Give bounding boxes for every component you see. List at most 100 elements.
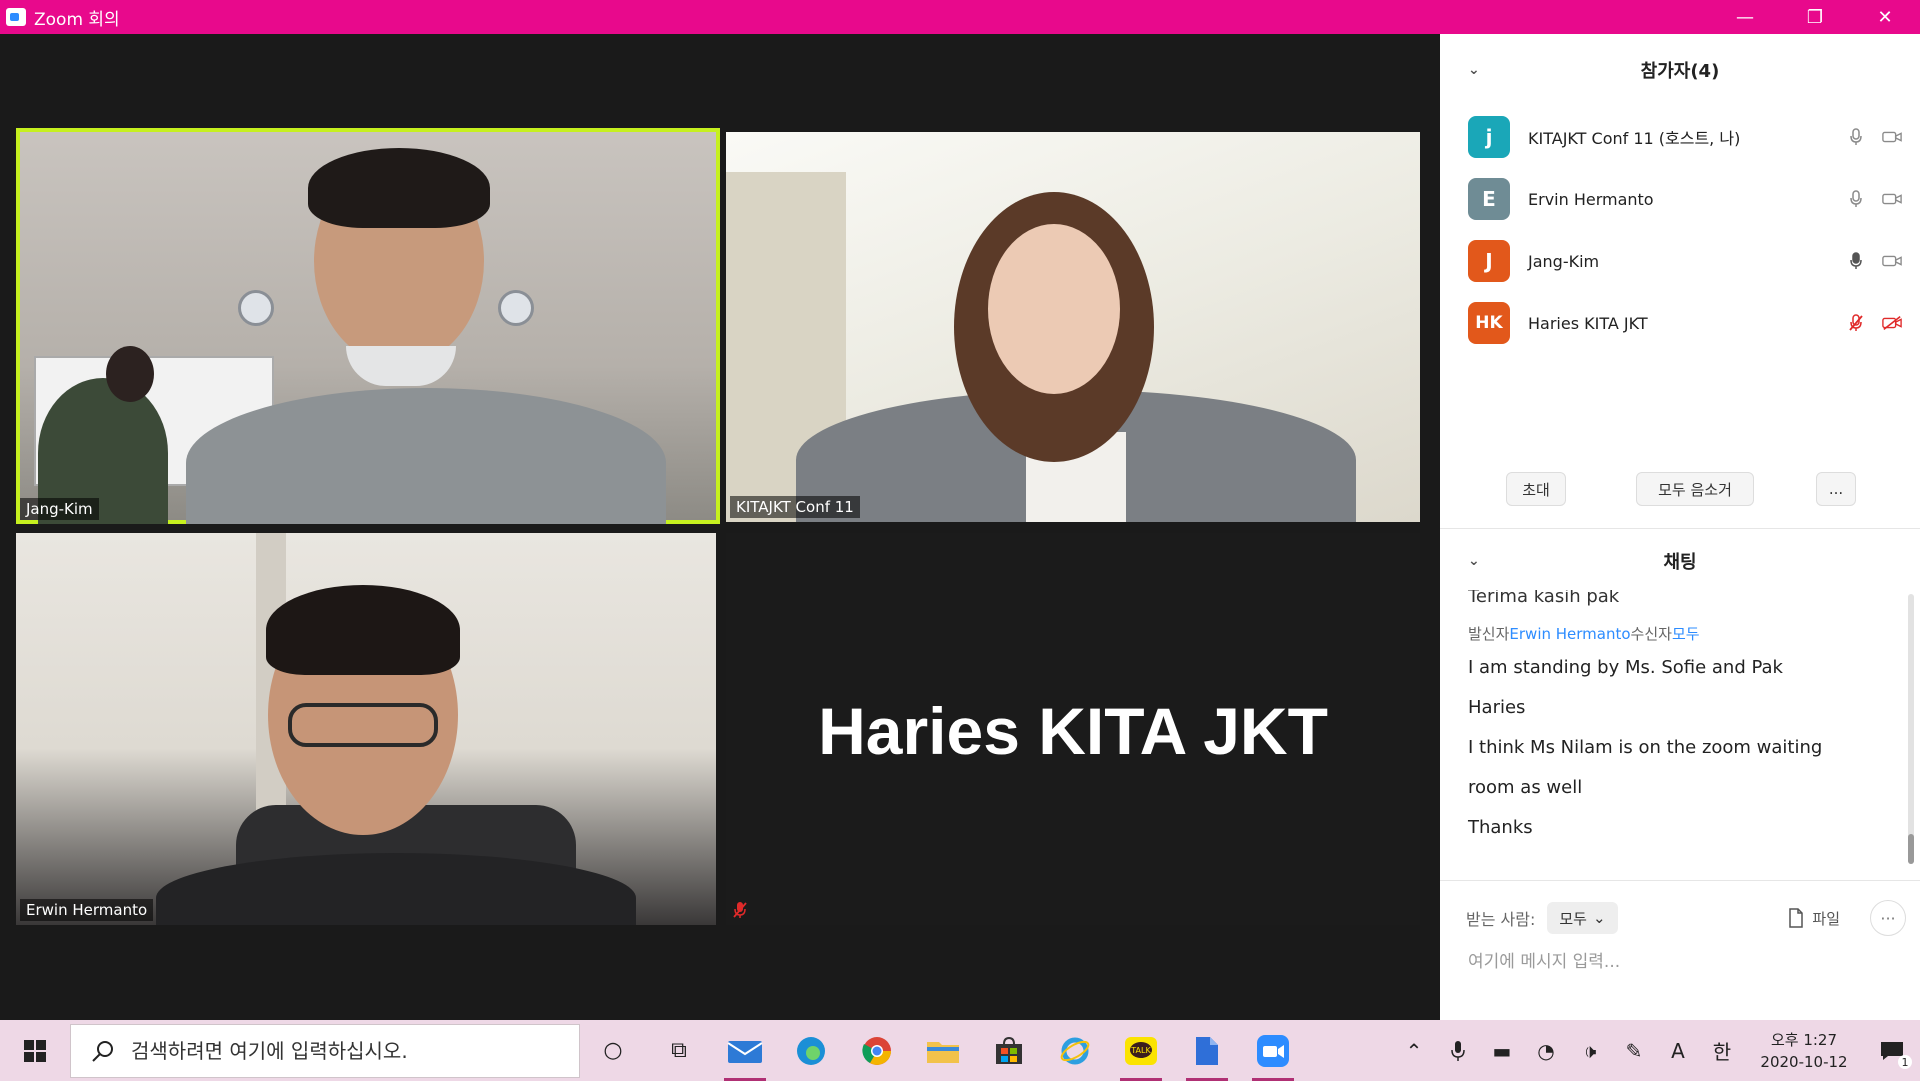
chrome-icon[interactable] [844, 1020, 910, 1081]
file-explorer-icon[interactable] [910, 1020, 976, 1081]
participant-row[interactable]: J Jang-Kim [1440, 230, 1920, 292]
divider [1440, 880, 1920, 881]
tile-name-label: KITAJKT Conf 11 [730, 496, 860, 518]
kakaotalk-icon[interactable]: TALK [1108, 1020, 1174, 1081]
mic-icon[interactable] [1846, 190, 1866, 208]
clock-time: 오후 1:27 [1770, 1030, 1838, 1049]
notification-icon[interactable]: 1 [1864, 1020, 1920, 1081]
mail-icon[interactable] [712, 1020, 778, 1081]
recipient-link[interactable]: 모두 [1672, 625, 1700, 643]
file-button[interactable]: 파일 [1788, 908, 1840, 929]
video-camera-icon[interactable] [1882, 128, 1902, 146]
system-tray: ⌃ ▬ ◔ 🕩 ✎ A 한 오후 1:27 2020-10-12 1 [1392, 1020, 1920, 1081]
participant-name: Ervin Hermanto [1528, 189, 1654, 209]
notification-count: 1 [1898, 1055, 1912, 1069]
chat-message-line: Haries [1468, 697, 1526, 718]
chat-message-line: I think Ms Nilam is on the zoom waiting [1468, 737, 1823, 758]
video-camera-icon[interactable] [1882, 252, 1902, 270]
chat-message-meta: 발신자Erwin Hermanto수신자모두 [1468, 620, 1878, 648]
recipient-value: 모두 [1559, 909, 1587, 928]
battery-icon[interactable]: ▬ [1480, 1020, 1524, 1081]
wall-clock-icon [498, 290, 534, 326]
edge-icon[interactable] [778, 1020, 844, 1081]
search-input[interactable] [131, 1038, 551, 1063]
avatar: j [1468, 116, 1510, 158]
mic-icon[interactable] [1846, 252, 1866, 270]
chat-more-button[interactable]: ··· [1870, 900, 1906, 936]
zoom-taskbar-icon[interactable] [1240, 1020, 1306, 1081]
tile-name-label: Jang-Kim [20, 498, 99, 520]
microphone-icon[interactable] [1436, 1020, 1480, 1081]
scrollbar-thumb[interactable] [1908, 834, 1914, 864]
ime-icon[interactable]: 한 [1700, 1020, 1744, 1081]
person-head [988, 224, 1120, 394]
clock[interactable]: 오후 1:27 2020-10-12 [1744, 1029, 1864, 1073]
chat-message-input[interactable] [1468, 944, 1888, 980]
participant-name: Haries KITA JKT [1528, 313, 1648, 333]
window-controls: — ❐ ✕ [1710, 0, 1920, 34]
to-label: 받는 사람: [1466, 910, 1536, 929]
store-glyph [996, 1036, 1022, 1064]
participant-row[interactable]: j KITAJKT Conf 11 (호스트, 나) [1440, 106, 1920, 168]
chat-title: 채팅 [1663, 552, 1697, 573]
video-tile-erwin-hermanto[interactable]: Erwin Hermanto [16, 533, 716, 925]
minimize-button[interactable]: — [1710, 0, 1780, 34]
recipient-dropdown[interactable]: 모두 ⌄ [1547, 902, 1618, 934]
video-off-icon[interactable] [1882, 314, 1902, 332]
network-icon[interactable]: ◔ [1524, 1020, 1568, 1081]
person-hair [308, 148, 490, 228]
chevron-up-icon[interactable]: ⌃ [1392, 1020, 1436, 1081]
document-glyph [1196, 1036, 1218, 1065]
participant-row[interactable]: E Ervin Hermanto [1440, 168, 1920, 230]
taskbar-search[interactable] [70, 1023, 580, 1078]
internet-explorer-icon[interactable] [1042, 1020, 1108, 1081]
participants-actions: 초대 모두 음소거 ... [1440, 472, 1920, 512]
more-button[interactable]: ... [1816, 472, 1856, 506]
participants-list: j KITAJKT Conf 11 (호스트, 나) E Ervin Herma… [1440, 106, 1920, 354]
file-label: 파일 [1812, 909, 1840, 928]
muted-mic-icon[interactable] [1846, 314, 1866, 332]
cortana-icon[interactable]: ○ [580, 1020, 646, 1081]
participant-name: Jang-Kim [1528, 251, 1600, 271]
font-icon[interactable]: A [1656, 1020, 1700, 1081]
chevron-down-icon[interactable]: ⌄ [1468, 553, 1480, 569]
video-gallery: Jang-Kim KITAJKT Conf 11 Erwin Hermanto … [0, 34, 1440, 1020]
participant-display-name: Haries KITA JKT [818, 694, 1328, 768]
sender-link[interactable]: Erwin Hermanto [1509, 625, 1630, 643]
video-tile-haries-kita-jkt[interactable]: Haries KITA JKT [726, 533, 1420, 925]
chat-message-partial: Terima kasih pak [1468, 590, 1620, 607]
chevron-down-icon[interactable]: ⌄ [1468, 62, 1480, 78]
side-panel: ⌄ 참가자(4) j KITAJKT Conf 11 (호스트, 나) E Er… [1440, 34, 1920, 1020]
tile-name-label: Erwin Hermanto [20, 899, 154, 921]
video-camera-icon[interactable] [1882, 190, 1902, 208]
chrome-glyph [862, 1036, 891, 1065]
windows-taskbar: ○ ⧉ TALK ⌃ ▬ ◔ 🕩 ✎ A 한 오후 1:27 20 [0, 1020, 1920, 1081]
meta-mid: 수신자 [1630, 625, 1672, 643]
chat-scrollbar[interactable] [1908, 594, 1914, 864]
mute-all-button[interactable]: 모두 음소거 [1636, 472, 1754, 506]
person-body [186, 388, 666, 524]
avatar: HK [1468, 302, 1510, 344]
video-tile-kitajkt-conf[interactable]: KITAJKT Conf 11 [726, 132, 1420, 522]
clock-date: 2020-10-12 [1760, 1052, 1848, 1071]
close-button[interactable]: ✕ [1850, 0, 1920, 34]
task-view-icon[interactable]: ⧉ [646, 1020, 712, 1081]
svg-text:TALK: TALK [1130, 1046, 1151, 1055]
invite-button[interactable]: 초대 [1506, 472, 1566, 506]
participants-header: ⌄ 참가자(4) [1440, 50, 1920, 90]
pen-icon[interactable]: ✎ [1612, 1020, 1656, 1081]
muted-mic-icon [733, 902, 747, 918]
mic-icon[interactable] [1846, 128, 1866, 146]
document-app-icon[interactable] [1174, 1020, 1240, 1081]
chat-header: ⌄ 채팅 [1440, 541, 1920, 581]
file-icon [1789, 908, 1804, 928]
volume-icon[interactable]: 🕩 [1568, 1020, 1612, 1081]
chevron-down-icon: ⌄ [1592, 909, 1606, 927]
restore-button[interactable]: ❐ [1780, 0, 1850, 34]
video-tile-jang-kim[interactable]: Jang-Kim [16, 128, 720, 524]
window-title: Zoom 회의 [34, 9, 120, 30]
participant-row[interactable]: HK Haries KITA JKT [1440, 292, 1920, 354]
kakaotalk-glyph: TALK [1125, 1036, 1157, 1065]
start-button[interactable] [0, 1020, 70, 1081]
store-icon[interactable] [976, 1020, 1042, 1081]
